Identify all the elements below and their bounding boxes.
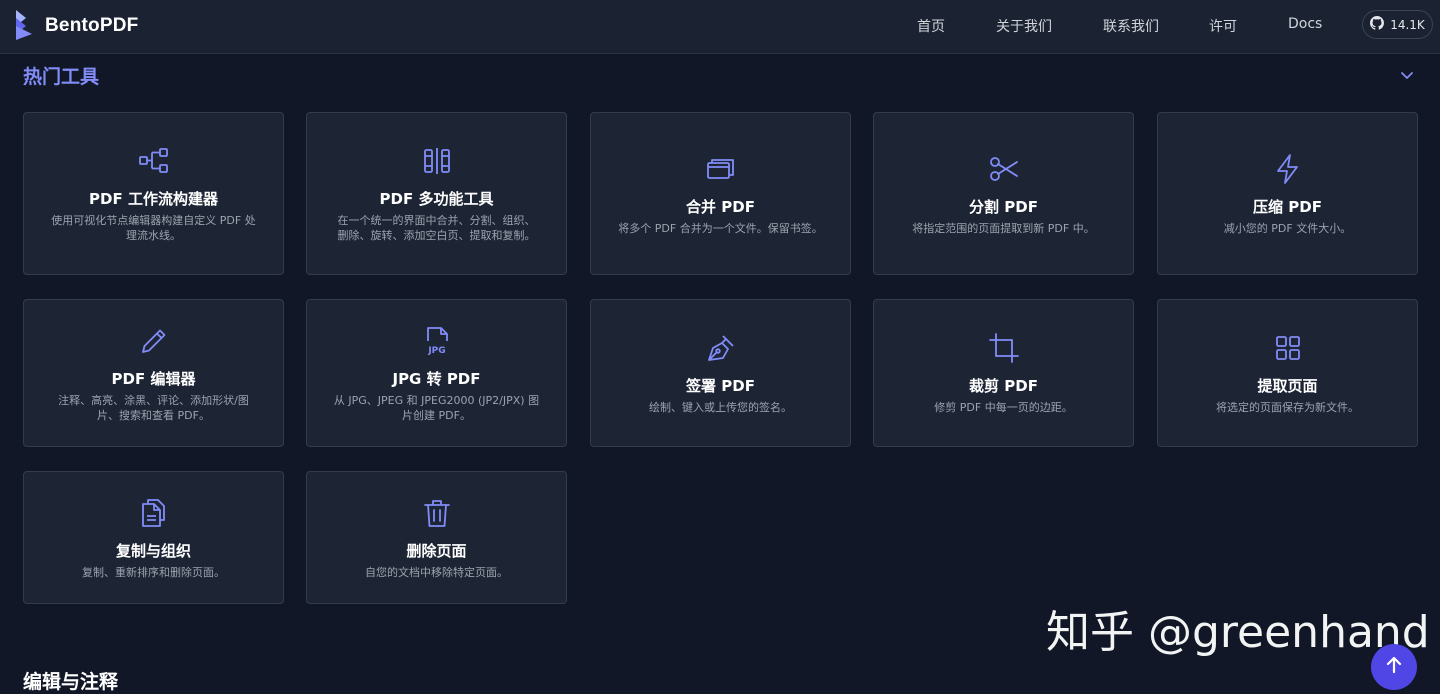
tool-card-multi-tool[interactable]: PDF 多功能工具 在一个统一的界面中合并、分割、组织、删除、旋转、添加空白页、… [306,112,567,275]
tool-card-workflow[interactable]: PDF 工作流构建器 使用可视化节点编辑器构建自定义 PDF 处理流水线。 [23,112,284,275]
nav-home[interactable]: 首页 [917,16,945,36]
tool-card-merge[interactable]: 合并 PDF 将多个 PDF 合并为一个文件。保留书签。 [590,112,851,275]
nav-contact[interactable]: 联系我们 [1103,16,1159,36]
card-title: PDF 多功能工具 [379,190,494,208]
github-stars-count: 14.1K [1390,17,1425,32]
tool-card-copy-organize[interactable]: 复制与组织 复制、重新排序和删除页面。 [23,471,284,604]
tool-card-compress[interactable]: 压缩 PDF 减小您的 PDF 文件大小。 [1157,112,1418,275]
card-description: 将选定的页面保存为新文件。 [1216,401,1359,414]
arrow-up-icon [1383,654,1405,680]
card-description: 使用可视化节点编辑器构建自定义 PDF 处理流水线。 [51,214,256,242]
workflow-icon [137,144,171,178]
github-stars-button[interactable]: 14.1K [1362,10,1433,39]
card-description: 将指定范围的页面提取到新 PDF 中。 [912,221,1095,235]
tool-card-split[interactable]: 分割 PDF 将指定范围的页面提取到新 PDF 中。 [873,112,1134,275]
tool-card-delete-pages[interactable]: 删除页面 自您的文档中移除特定页面。 [306,471,567,604]
top-navbar: BentoPDF 首页 关于我们 联系我们 许可 Docs 14.1K [0,0,1440,54]
trash-icon [420,496,454,530]
tool-card-extract-pages[interactable]: 提取页面 将选定的页面保存为新文件。 [1157,299,1418,447]
lightning-icon [1271,152,1305,186]
scroll-to-top-button[interactable] [1371,644,1417,690]
tool-card-pdf-editor[interactable]: PDF 编辑器 注释、高亮、涂黑、评论、添加形状/图片、搜索和查看 PDF。 [23,299,284,447]
card-title: 提取页面 [1257,377,1318,395]
brand[interactable]: BentoPDF [14,10,138,42]
nav-docs[interactable]: Docs [1288,16,1322,32]
multi-tool-icon [420,144,454,178]
grid-icon [1271,331,1305,365]
section-title-edit-annotate: 编辑与注释 [23,671,119,693]
tool-card-crop[interactable]: 裁剪 PDF 修剪 PDF 中每一页的边距。 [873,299,1134,447]
card-title: 签署 PDF [686,377,755,395]
card-description: 修剪 PDF 中每一页的边距。 [934,401,1073,414]
card-description: 从 JPG、JPEG 和 JPEG2000 (JP2/JPX) 图片创建 PDF… [333,393,540,422]
pencil-icon [137,324,171,358]
card-title: PDF 编辑器 [111,369,196,388]
copy-files-icon [137,496,171,530]
svg-text:JPG: JPG [427,346,445,356]
card-description: 绘制、键入或上传您的签名。 [649,401,792,414]
card-description: 注释、高亮、涂黑、评论、添加形状/图片、搜索和查看 PDF。 [58,393,249,422]
jpg-file-icon: JPG [420,324,454,358]
tool-card-sign[interactable]: 签署 PDF 绘制、键入或上传您的签名。 [590,299,851,447]
section-title-hot-tools: 热门工具 [23,66,100,88]
card-title: PDF 工作流构建器 [89,190,218,208]
pen-nib-icon [704,331,738,365]
merge-icon [704,152,738,186]
card-description: 复制、重新排序和删除页面。 [82,565,225,579]
card-description: 将多个 PDF 合并为一个文件。保留书签。 [618,221,823,235]
crop-icon [987,331,1021,365]
card-description: 自您的文档中移除特定页面。 [365,565,508,579]
card-title: 合并 PDF [686,197,755,216]
tool-card-jpg-to-pdf[interactable]: JPG JPG 转 PDF 从 JPG、JPEG 和 JPEG2000 (JP2… [306,299,567,447]
bento-logo-icon [14,10,34,42]
nav-license[interactable]: 许可 [1209,16,1237,36]
card-title: 删除页面 [406,541,467,560]
card-description: 在一个统一的界面中合并、分割、组织、删除、旋转、添加空白页、提取和复制。 [337,214,536,242]
brand-name: BentoPDF [45,15,139,36]
card-title: 分割 PDF [969,197,1038,216]
card-title: JPG 转 PDF [392,369,481,388]
card-title: 复制与组织 [115,541,191,560]
nav-about[interactable]: 关于我们 [996,16,1052,36]
card-description: 减小您的 PDF 文件大小。 [1223,221,1352,235]
scissors-icon [987,152,1021,186]
chevron-down-icon[interactable] [1398,66,1416,84]
github-icon [1370,16,1385,33]
card-title: 裁剪 PDF [969,377,1038,395]
card-title: 压缩 PDF [1253,197,1322,216]
watermark-text: 知乎 @greenhand [1046,607,1430,658]
